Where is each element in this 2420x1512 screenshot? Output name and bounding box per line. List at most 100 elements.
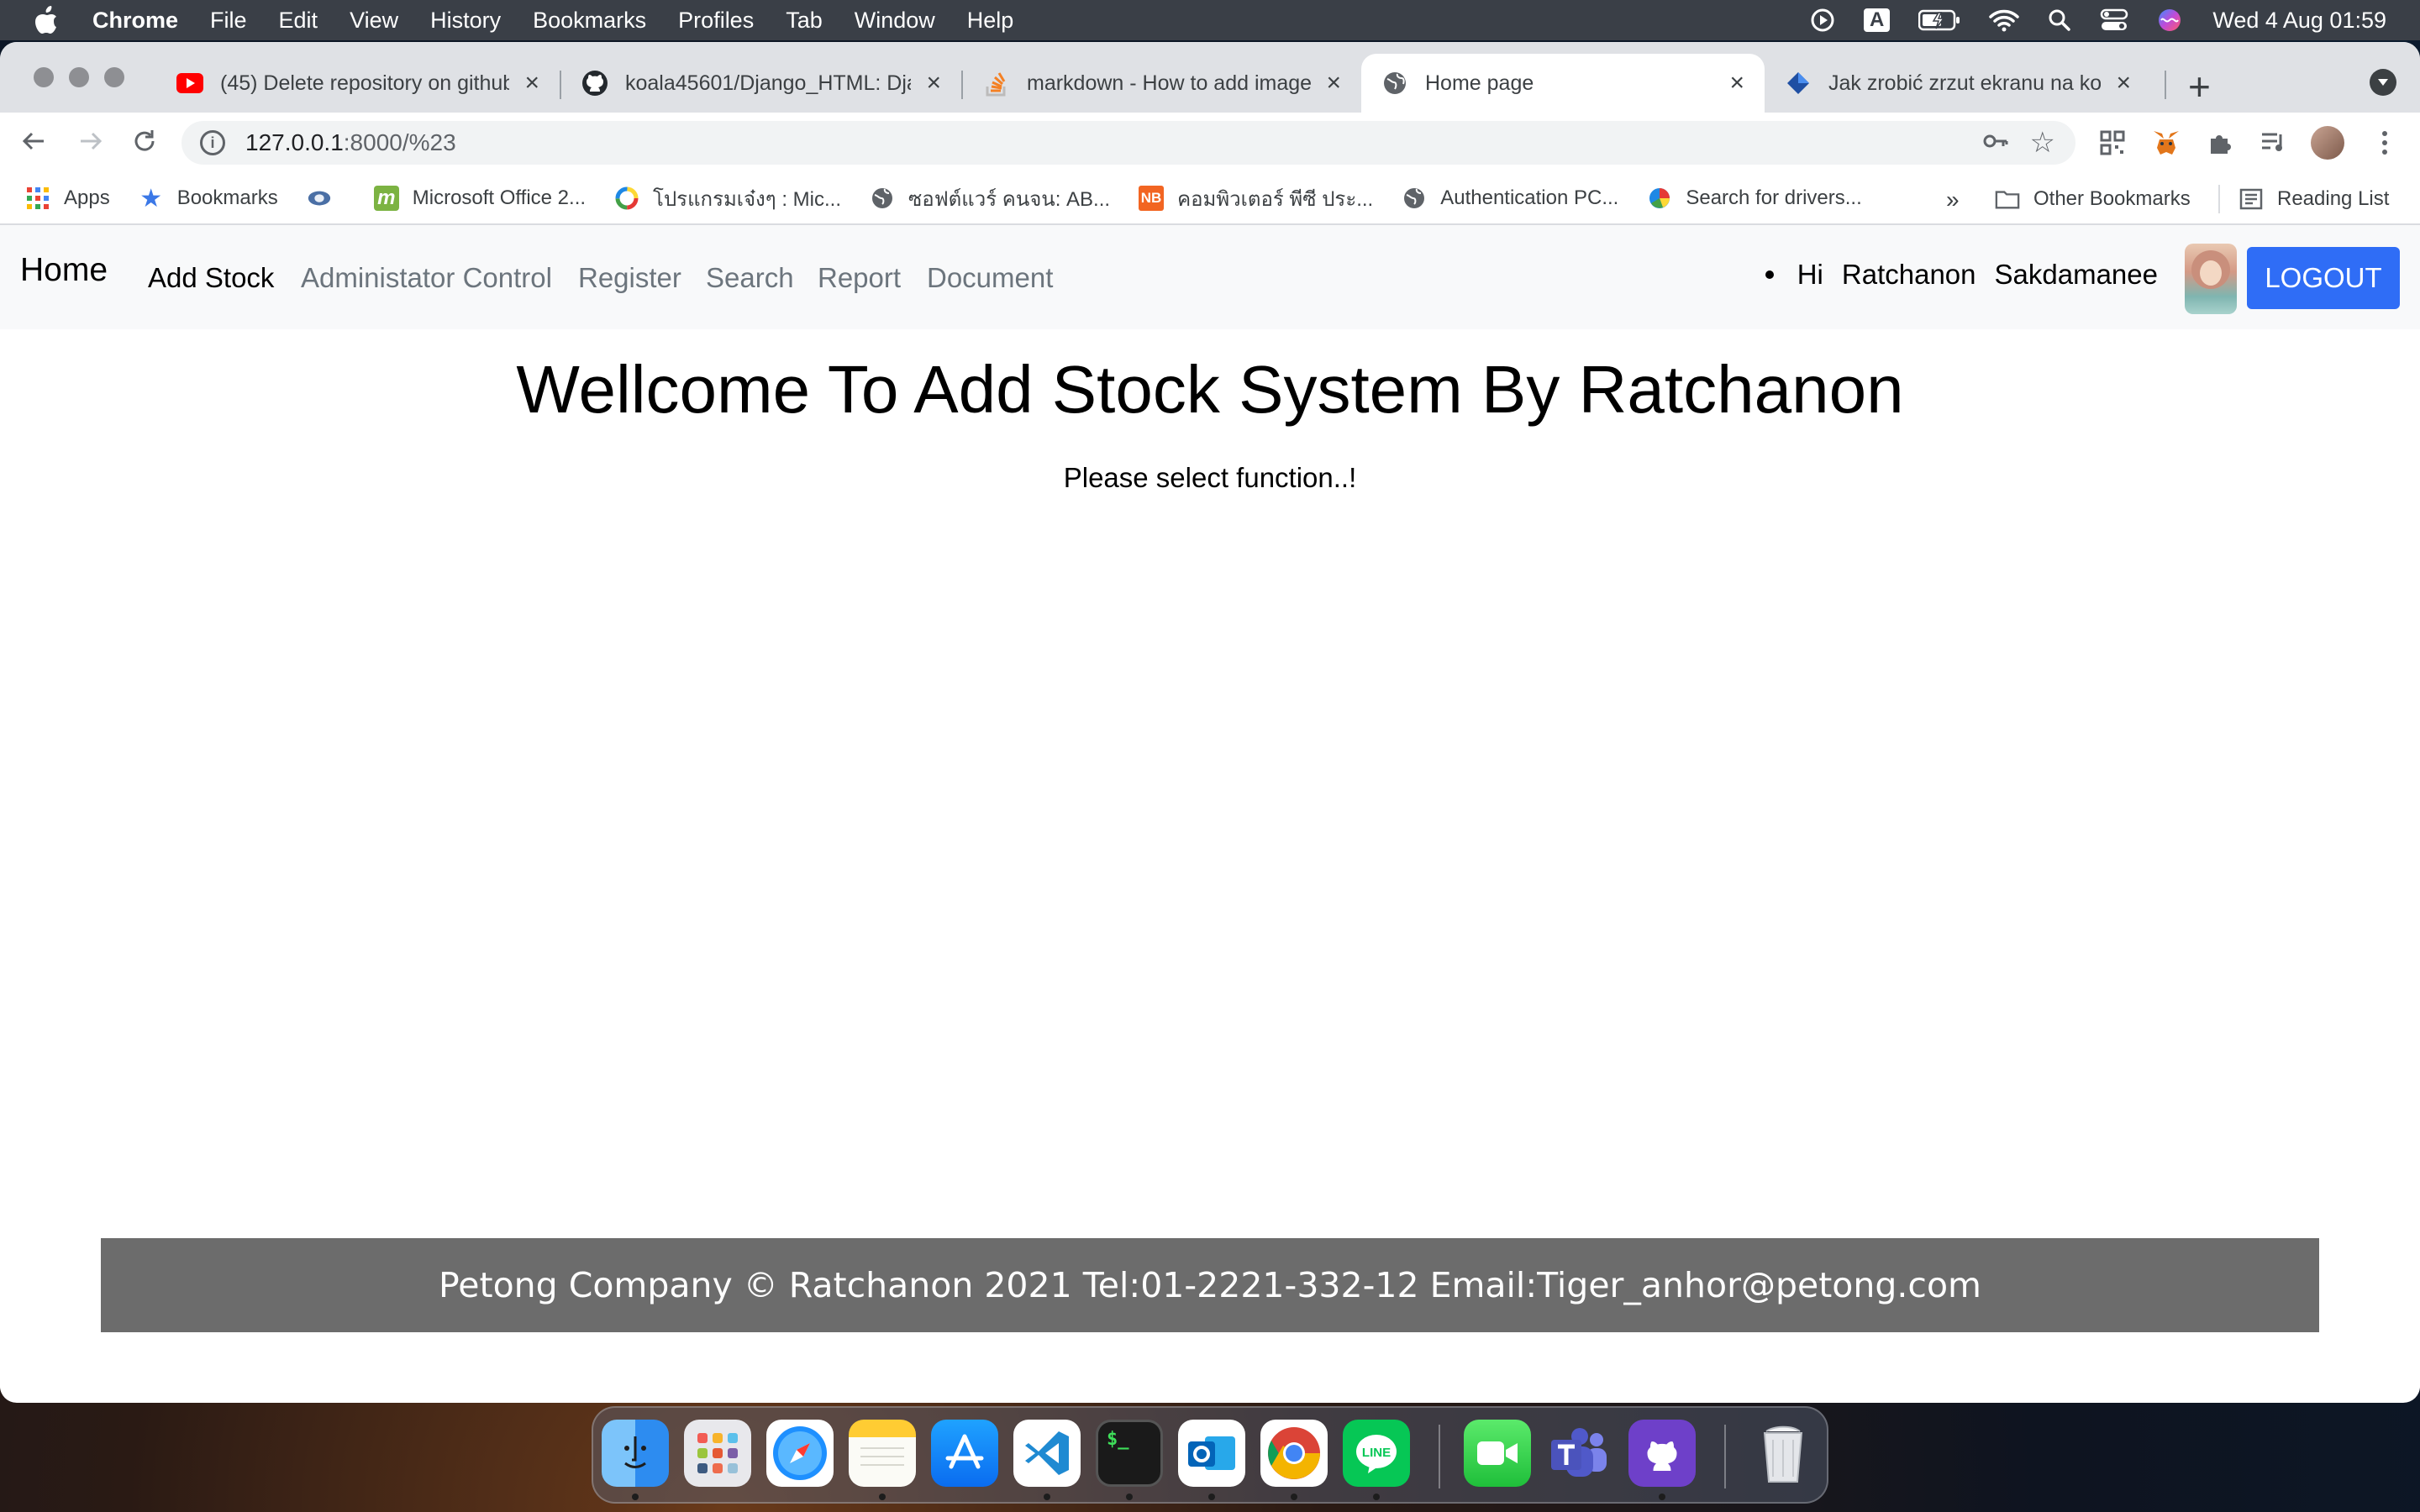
new-tab-button[interactable]: + [2188, 64, 2211, 109]
nav-register[interactable]: Register [578, 262, 681, 294]
tab-youtube[interactable]: (45) Delete repository on github × [156, 54, 560, 113]
menu-view[interactable]: View [350, 8, 398, 34]
dock-line-icon[interactable]: LINE [1343, 1420, 1410, 1487]
pie-icon [1647, 186, 1672, 211]
forward-button[interactable] [77, 128, 104, 162]
nav-search[interactable]: Search [706, 262, 794, 294]
menu-profiles[interactable]: Profiles [678, 8, 754, 34]
tab-search-button[interactable] [2370, 69, 2396, 96]
bookmark-apps[interactable]: Apps [25, 186, 110, 211]
menu-window[interactable]: Window [855, 8, 935, 34]
youtube-icon [176, 70, 203, 97]
tab-github[interactable]: koala45601/Django_HTML: Dja × [561, 54, 961, 113]
dock-notes-icon[interactable] [849, 1420, 916, 1487]
tab-title: Home page [1425, 71, 1534, 95]
bookmarks-bar: Apps ★ Bookmarks m Microsoft Office 2...… [0, 173, 2420, 225]
wifi-icon[interactable] [1989, 8, 2020, 32]
bookmarks-divider [2218, 185, 2220, 213]
url-text[interactable]: 127.0.0.1:8000/%23 [245, 129, 456, 156]
close-window-button[interactable] [34, 67, 54, 87]
url-host: 127.0.0.1 [245, 129, 344, 155]
tab-title: (45) Delete repository on github [220, 71, 510, 95]
site-info-icon[interactable]: i [200, 130, 225, 155]
back-button[interactable] [20, 128, 47, 162]
stackoverflow-icon [983, 70, 1010, 97]
menu-bookmarks[interactable]: Bookmarks [533, 8, 646, 34]
qr-code-icon[interactable] [2096, 126, 2129, 160]
greeting-hi: Hi [1797, 259, 1823, 290]
dock-safari-icon[interactable] [766, 1420, 834, 1487]
logout-button[interactable]: LOGOUT [2247, 247, 2400, 309]
close-tab-icon[interactable]: × [524, 69, 539, 97]
menu-file[interactable]: File [210, 8, 247, 34]
metamask-fox-icon[interactable] [2149, 126, 2183, 160]
menu-history[interactable]: History [430, 8, 501, 34]
bookmark-thai-computer[interactable]: NB คอมพิวเตอร์ พีซี ประ... [1139, 182, 1373, 215]
web-page: Home Add Stock Administator Control Regi… [0, 225, 2420, 1401]
close-tab-icon[interactable]: × [926, 69, 941, 97]
dock-teams-icon[interactable] [1546, 1420, 1613, 1487]
control-center-icon[interactable] [2100, 8, 2128, 32]
dock-vscode-icon[interactable] [1013, 1420, 1081, 1487]
bookmarks-overflow-button[interactable]: » [1946, 186, 1960, 213]
password-key-icon[interactable] [1983, 133, 2008, 154]
bookmark-microsoft-office[interactable]: m Microsoft Office 2... [373, 186, 587, 211]
siri-icon[interactable] [2157, 8, 2182, 33]
user-first-name: Ratchanon [1841, 259, 1976, 290]
bookmark-bird[interactable] [307, 186, 345, 211]
dock-trash-icon[interactable] [1749, 1420, 1817, 1487]
bookmark-bookmarks[interactable]: ★ Bookmarks [139, 185, 278, 213]
reload-button[interactable] [131, 128, 158, 162]
close-tab-icon[interactable]: × [1729, 69, 1744, 97]
dock-outlook-icon[interactable] [1178, 1420, 1245, 1487]
minimize-window-button[interactable] [69, 67, 89, 87]
nav-report[interactable]: Report [818, 262, 901, 294]
reading-list[interactable]: Reading List [2238, 186, 2389, 212]
nav-administator-control[interactable]: Administator Control [301, 262, 552, 294]
nav-document[interactable]: Document [927, 262, 1053, 294]
menu-edit[interactable]: Edit [279, 8, 318, 34]
input-source-icon[interactable]: A [1863, 8, 1891, 32]
menu-clock[interactable]: Wed 4 Aug 01:59 [2212, 8, 2386, 34]
address-bar[interactable]: i 127.0.0.1:8000/%23 ☆ [182, 121, 2075, 165]
apple-icon[interactable] [34, 6, 67, 34]
nav-add-stock[interactable]: Add Stock [148, 262, 274, 294]
bookmark-thai-programs[interactable]: โปรแกรมเจ๋งๆ : Mic... [614, 182, 841, 215]
close-tab-icon[interactable]: × [2116, 69, 2131, 97]
other-bookmarks-folder[interactable]: Other Bookmarks [1995, 186, 2191, 212]
maximize-window-button[interactable] [104, 67, 124, 87]
dock-facetime-icon[interactable] [1464, 1420, 1531, 1487]
running-indicator [1126, 1494, 1133, 1500]
profile-avatar-icon[interactable] [2311, 126, 2344, 160]
bookmark-authentication[interactable]: Authentication PC... [1402, 186, 1618, 211]
dock-launchpad-icon[interactable] [684, 1420, 751, 1487]
battery-icon[interactable] [1918, 9, 1960, 31]
chrome-menu-icon[interactable] [2368, 126, 2402, 160]
tab-stackoverflow[interactable]: markdown - How to add image × [963, 54, 1361, 113]
bookmark-label: Microsoft Office 2... [412, 186, 587, 209]
site-navbar: Home Add Stock Administator Control Regi… [0, 225, 2420, 329]
screen-record-icon[interactable] [1810, 8, 1835, 33]
close-tab-icon[interactable]: × [1326, 69, 1341, 97]
tab-home-page[interactable]: Home page × [1361, 54, 1765, 113]
bookmark-label: Reading List [2277, 187, 2390, 210]
media-queue-icon[interactable] [2257, 126, 2291, 160]
bookmark-star-icon[interactable]: ☆ [2030, 126, 2055, 160]
extensions-puzzle-icon[interactable] [2203, 126, 2237, 160]
menu-help[interactable]: Help [967, 8, 1014, 34]
dock-github-desktop-icon[interactable] [1628, 1420, 1696, 1487]
site-brand-home-link[interactable]: Home [20, 252, 108, 289]
menu-app-name[interactable]: Chrome [92, 8, 178, 34]
dock-chrome-icon[interactable] [1260, 1420, 1328, 1487]
svg-text:LINE: LINE [1362, 1446, 1391, 1460]
dock-terminal-icon[interactable]: $_ [1096, 1420, 1163, 1487]
tab-title: koala45601/Django_HTML: Dja [625, 71, 912, 95]
bookmark-thai-software[interactable]: ซอฟต์แวร์ คนจน: AB... [870, 182, 1110, 215]
menu-tab[interactable]: Tab [786, 8, 823, 34]
dock-app-store-icon[interactable] [931, 1420, 998, 1487]
tab-jak-zrobic[interactable]: Jak zrobić zrzut ekranu na kom × [1765, 54, 2151, 113]
spotlight-search-icon[interactable] [2048, 8, 2071, 32]
dock-finder-icon[interactable] [602, 1420, 669, 1487]
bookmark-search-drivers[interactable]: Search for drivers... [1647, 186, 1862, 211]
apps-grid-icon [25, 186, 50, 211]
